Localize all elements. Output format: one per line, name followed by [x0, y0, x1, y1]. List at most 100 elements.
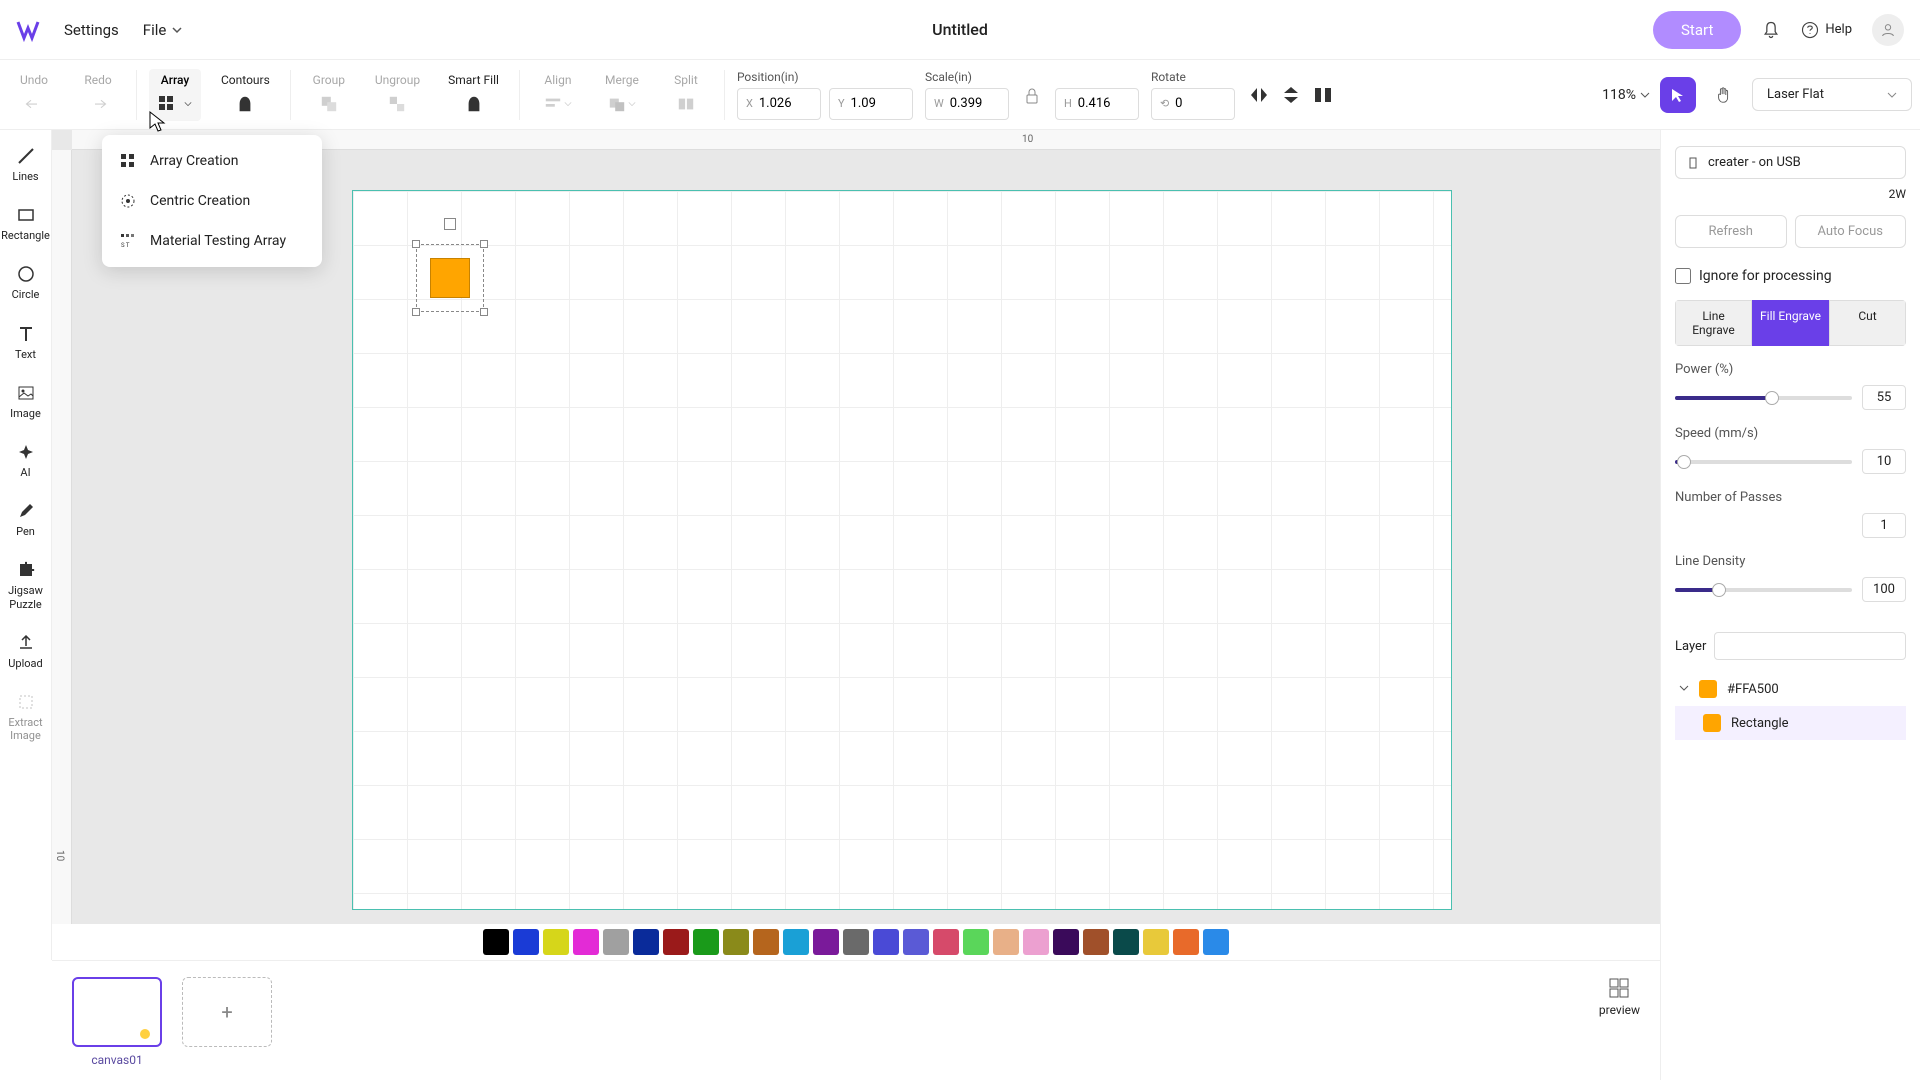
speed-value[interactable]: 10 [1862, 449, 1906, 474]
device-selector[interactable]: creater - on USB [1675, 146, 1906, 179]
color-swatch[interactable] [783, 929, 809, 955]
color-swatch[interactable] [573, 929, 599, 955]
color-swatch[interactable] [1173, 929, 1199, 955]
laser-mode-select[interactable]: Laser Flat [1752, 78, 1912, 111]
text-tool[interactable]: Text [0, 320, 51, 365]
tab-fill-engrave[interactable]: Fill Engrave [1752, 300, 1829, 346]
color-swatch[interactable] [1023, 929, 1049, 955]
layer-shape-item[interactable]: Rectangle [1675, 706, 1906, 740]
pan-mode-button[interactable] [1706, 77, 1742, 113]
canvas-background[interactable] [72, 150, 1660, 960]
color-swatch[interactable] [1143, 929, 1169, 955]
color-swatch[interactable] [1053, 929, 1079, 955]
rotation-handle[interactable] [444, 218, 456, 230]
help-link[interactable]: Help [1801, 21, 1852, 39]
bell-icon[interactable] [1761, 20, 1781, 40]
select-mode-button[interactable] [1660, 77, 1696, 113]
user-avatar[interactable] [1872, 14, 1904, 46]
color-swatch[interactable] [963, 929, 989, 955]
image-tool[interactable]: Image [0, 379, 51, 424]
color-swatch[interactable] [1113, 929, 1139, 955]
layer-name-input[interactable] [1714, 632, 1906, 660]
material-testing-item[interactable]: S T Material Testing Array [102, 221, 322, 261]
color-swatch[interactable] [1203, 929, 1229, 955]
centric-creation-item[interactable]: Centric Creation [102, 181, 322, 221]
contours-tool[interactable]: Contours [213, 73, 278, 117]
layer-color-item[interactable]: #FFA500 [1675, 672, 1906, 706]
resize-handle-ne[interactable] [480, 240, 488, 248]
color-swatch[interactable] [933, 929, 959, 955]
undo-tool[interactable]: Undo [8, 73, 60, 117]
tab-line-engrave[interactable]: Line Engrave [1675, 300, 1752, 346]
color-swatch[interactable] [603, 929, 629, 955]
artboard[interactable] [352, 190, 1452, 910]
color-swatch[interactable] [513, 929, 539, 955]
selected-shape[interactable] [422, 250, 478, 306]
refresh-button[interactable]: Refresh [1675, 215, 1787, 248]
layer-swatch [1699, 680, 1717, 698]
resize-handle-sw[interactable] [412, 308, 420, 316]
ignore-checkbox[interactable] [1675, 268, 1691, 284]
scale-w-input[interactable]: W [925, 88, 1009, 120]
color-swatch[interactable] [543, 929, 569, 955]
resize-handle-se[interactable] [480, 308, 488, 316]
jigsaw-tool[interactable]: Jigsaw Puzzle [0, 556, 51, 614]
color-swatch[interactable] [663, 929, 689, 955]
ungroup-tool[interactable]: Ungroup [367, 73, 428, 117]
smartfill-tool[interactable]: Smart Fill [440, 73, 507, 117]
array-tool[interactable]: Array [149, 69, 201, 121]
extract-tool[interactable]: Extract Image [0, 688, 51, 746]
chevron-down-icon[interactable] [1679, 682, 1689, 697]
density-value[interactable]: 100 [1862, 577, 1906, 602]
align-tool[interactable]: Align [532, 73, 584, 117]
file-menu[interactable]: File [143, 21, 183, 39]
color-swatch[interactable] [723, 929, 749, 955]
preview-button[interactable]: preview [1599, 977, 1640, 1017]
group-tool[interactable]: Group [303, 73, 355, 117]
zoom-dropdown[interactable]: 118% [1602, 87, 1650, 103]
pos-x-input[interactable]: X [737, 88, 821, 120]
color-swatch[interactable] [693, 929, 719, 955]
pen-tool[interactable]: Pen [0, 497, 51, 542]
color-swatch[interactable] [483, 929, 509, 955]
split-tool[interactable]: Split [660, 73, 712, 117]
flip-vertical-icon[interactable] [1279, 83, 1303, 107]
redo-tool[interactable]: Redo [72, 73, 124, 117]
circle-tool[interactable]: Circle [0, 260, 51, 305]
color-swatch[interactable] [633, 929, 659, 955]
density-slider[interactable] [1675, 588, 1852, 592]
tab-cut[interactable]: Cut [1829, 300, 1906, 346]
rectangle-tool[interactable]: Rectangle [0, 201, 51, 246]
flip-horizontal-icon[interactable] [1247, 83, 1271, 107]
color-swatch[interactable] [843, 929, 869, 955]
scale-h-input[interactable]: H [1055, 88, 1139, 120]
resize-handle-nw[interactable] [412, 240, 420, 248]
settings-link[interactable]: Settings [64, 21, 119, 39]
merge-tool[interactable]: Merge [596, 73, 648, 117]
power-value[interactable]: 55 [1862, 385, 1906, 410]
color-swatch[interactable] [903, 929, 929, 955]
autofocus-button[interactable]: Auto Focus [1795, 215, 1907, 248]
dropdown-label: Material Testing Array [150, 233, 286, 249]
color-swatch[interactable] [993, 929, 1019, 955]
rectangle-shape[interactable] [430, 258, 470, 298]
mirror-icon[interactable] [1311, 83, 1335, 107]
start-button[interactable]: Start [1653, 11, 1741, 49]
speed-slider[interactable] [1675, 460, 1852, 464]
power-slider[interactable] [1675, 396, 1852, 400]
rotate-input[interactable]: ⟲ [1151, 88, 1235, 120]
upload-tool[interactable]: Upload [0, 629, 51, 674]
lines-tool[interactable]: Lines [0, 142, 51, 187]
color-swatch[interactable] [873, 929, 899, 955]
ai-tool[interactable]: AI [0, 438, 51, 483]
lock-aspect-icon[interactable] [1017, 88, 1047, 120]
color-swatch[interactable] [753, 929, 779, 955]
passes-value[interactable]: 1 [1862, 513, 1906, 538]
ignore-checkbox-row[interactable]: Ignore for processing [1675, 268, 1906, 284]
color-swatch[interactable] [1083, 929, 1109, 955]
add-canvas-button[interactable]: + [182, 977, 272, 1047]
pos-y-input[interactable]: Y [829, 88, 913, 120]
color-swatch[interactable] [813, 929, 839, 955]
canvas-thumbnail[interactable] [72, 977, 162, 1047]
array-creation-item[interactable]: Array Creation [102, 141, 322, 181]
